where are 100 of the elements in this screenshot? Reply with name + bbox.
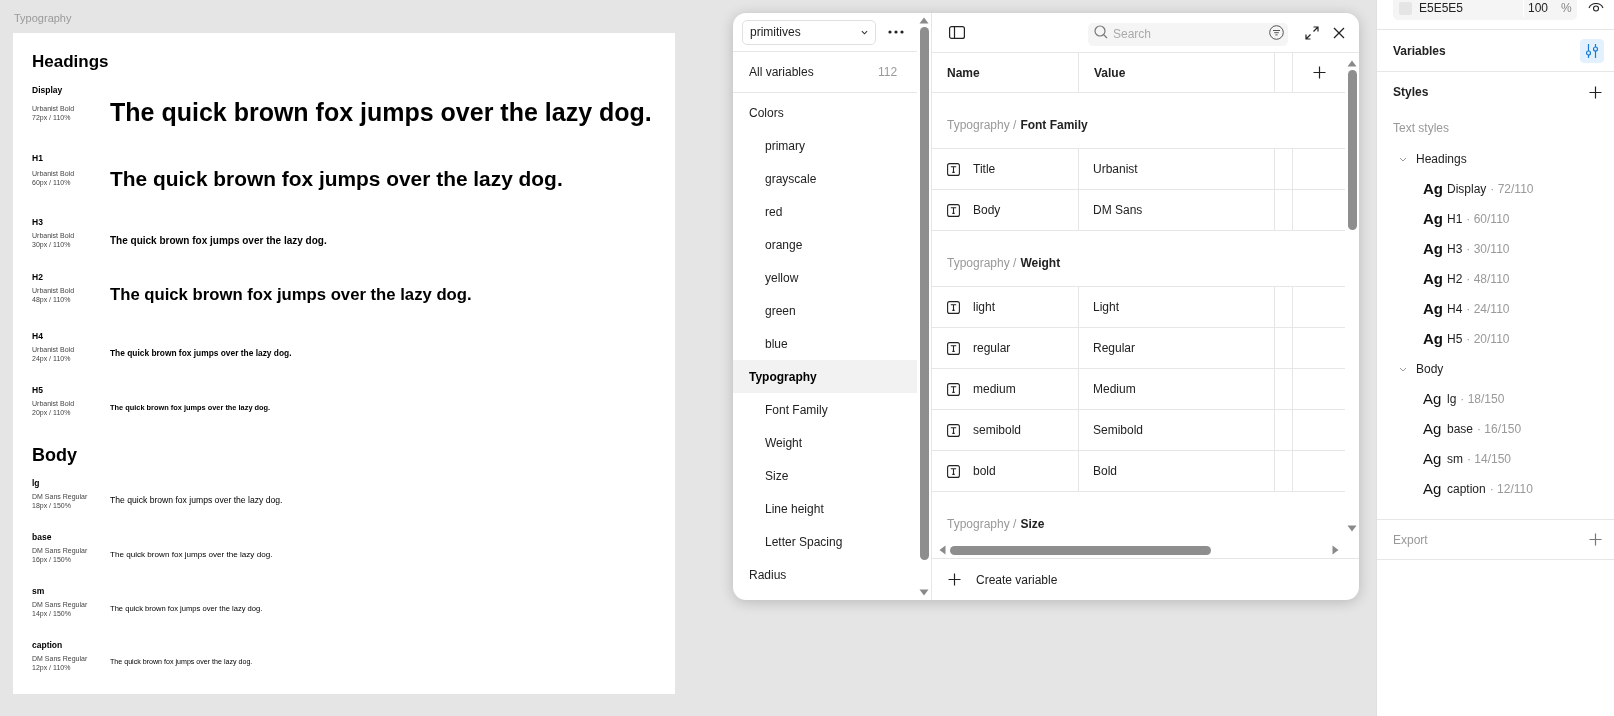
variable-value[interactable]: DM Sans xyxy=(1079,190,1275,230)
search-icon xyxy=(1094,25,1108,39)
style-name: H4 xyxy=(32,330,44,342)
more-options-icon[interactable] xyxy=(888,30,904,34)
variable-name[interactable]: regular xyxy=(973,339,1011,357)
style-spec: · 30/110 xyxy=(1466,241,1510,258)
sidebar-group[interactable]: Radius xyxy=(733,558,918,591)
variable-name[interactable]: semibold xyxy=(973,421,1022,439)
variable-name[interactable]: medium xyxy=(973,380,1016,398)
style-name: H3 xyxy=(32,216,44,228)
style-name: H1 xyxy=(32,152,44,164)
text-style-item[interactable]: Ag H1 · 60/110 xyxy=(1377,204,1614,234)
variables-settings-icon[interactable] xyxy=(1580,38,1604,63)
variable-value[interactable]: Urbanist xyxy=(1079,149,1275,189)
sidebar-toggle-icon[interactable] xyxy=(949,26,965,39)
style-spec: · 14/150 xyxy=(1467,451,1512,468)
style-preview: Ag xyxy=(1423,388,1443,409)
text-type-icon xyxy=(947,162,960,176)
text-style-item[interactable]: Ag base · 16/150 xyxy=(1377,414,1614,444)
sidebar-item[interactable]: Size xyxy=(733,459,918,492)
style-preview: Ag xyxy=(1423,298,1444,319)
text-style-item[interactable]: Ag H3 · 30/110 xyxy=(1377,234,1614,264)
expand-icon[interactable] xyxy=(1305,25,1319,40)
style-name: H4 xyxy=(1447,301,1463,318)
add-column-icon[interactable] xyxy=(1312,66,1326,79)
variable-name[interactable]: bold xyxy=(973,462,996,480)
sidebar-item[interactable]: Line height xyxy=(733,492,918,525)
group-path: Typography / xyxy=(947,255,1017,272)
create-variable-button[interactable]: Create variable xyxy=(932,558,1359,600)
style-name: lg xyxy=(32,477,41,489)
add-style-icon[interactable] xyxy=(1589,85,1602,99)
text-style-item[interactable]: Ag H5 · 20/110 xyxy=(1377,324,1614,354)
style-preview: Ag xyxy=(1423,478,1443,499)
filter-icon[interactable] xyxy=(1269,25,1284,40)
text-style-item[interactable]: Ag H4 · 24/110 xyxy=(1377,294,1614,324)
sidebar-item[interactable]: red xyxy=(733,195,918,228)
scroll-down-arrow-icon[interactable] xyxy=(919,589,930,596)
text-style-item[interactable]: Ag caption · 12/110 xyxy=(1377,474,1614,504)
scroll-down-arrow-icon[interactable] xyxy=(1347,525,1357,532)
style-preview: Ag xyxy=(1423,238,1444,259)
variable-value[interactable]: Regular xyxy=(1079,328,1275,368)
sidebar-item[interactable]: grayscale xyxy=(733,162,918,195)
text-style-item[interactable]: Ag lg · 18/150 xyxy=(1377,384,1614,414)
chevron-down-icon[interactable] xyxy=(1399,156,1407,162)
sidebar-item[interactable]: green xyxy=(733,294,918,327)
style-name: H1 xyxy=(1447,211,1463,228)
variable-value[interactable]: Medium xyxy=(1079,369,1275,409)
variable-value[interactable]: Light xyxy=(1079,287,1275,327)
scroll-left-arrow-icon[interactable] xyxy=(939,545,946,555)
style-preview: Ag xyxy=(1423,448,1443,469)
collection-dropdown[interactable]: primitives xyxy=(742,19,876,45)
variable-name[interactable]: light xyxy=(973,298,995,316)
eye-icon[interactable] xyxy=(1588,3,1604,13)
style-preview: Ag xyxy=(1423,178,1444,199)
sidebar-item[interactable]: Weight xyxy=(733,426,918,459)
add-export-icon[interactable] xyxy=(1589,533,1602,546)
style-group-label[interactable]: Headings xyxy=(1416,150,1467,168)
column-header: Name xyxy=(932,53,1079,92)
text-type-icon xyxy=(947,423,960,437)
group-name: Size xyxy=(1020,516,1045,533)
variable-value[interactable]: Semibold xyxy=(1079,410,1275,450)
scrollbar-thumb[interactable] xyxy=(919,27,929,560)
style-spec: · 16/150 xyxy=(1477,421,1522,438)
column-header: Value xyxy=(1079,53,1275,92)
sidebar-item[interactable]: Letter Spacing xyxy=(733,525,918,558)
style-name: base xyxy=(1447,421,1474,438)
style-name: base xyxy=(32,531,53,543)
style-name: H2 xyxy=(32,271,44,283)
scrollbar-thumb[interactable] xyxy=(1347,70,1357,230)
scroll-up-arrow-icon[interactable] xyxy=(919,17,930,24)
sidebar-item[interactable]: yellow xyxy=(733,261,918,294)
sidebar-item[interactable]: blue xyxy=(733,327,918,360)
scrollbar-thumb[interactable] xyxy=(950,545,1211,555)
variable-name[interactable]: Body xyxy=(973,201,1001,219)
style-spec: · 18/150 xyxy=(1460,391,1505,408)
scroll-up-arrow-icon[interactable] xyxy=(1347,60,1357,67)
scroll-right-arrow-icon[interactable] xyxy=(1332,545,1339,555)
chevron-down-icon[interactable] xyxy=(1399,366,1407,372)
text-style-item[interactable]: Ag sm · 14/150 xyxy=(1377,444,1614,474)
style-name: caption xyxy=(1447,481,1486,498)
style-group-label[interactable]: Body xyxy=(1416,360,1444,378)
sidebar-item[interactable]: All variables 112 xyxy=(733,52,918,93)
text-style-item[interactable]: Ag Display · 72/110 xyxy=(1377,174,1614,204)
style-name: H2 xyxy=(1447,271,1463,288)
variable-name[interactable]: Title xyxy=(973,160,996,178)
style-name: sm xyxy=(1447,451,1463,468)
sidebar-group[interactable]: Typography xyxy=(733,360,918,393)
fill-field[interactable]: E5E5E5 100 % xyxy=(1393,0,1577,20)
sidebar-item[interactable]: Font Family xyxy=(733,393,918,426)
sidebar-item[interactable]: orange xyxy=(733,228,918,261)
text-style-item[interactable]: Ag H2 · 48/110 xyxy=(1377,264,1614,294)
close-icon[interactable] xyxy=(1333,26,1345,39)
sidebar-group[interactable]: Colors xyxy=(733,96,918,129)
variable-value[interactable]: Bold xyxy=(1079,451,1275,491)
sidebar-item[interactable]: primary xyxy=(733,129,918,162)
sample-text: The quick brown fox jumps over the lazy dog. xyxy=(110,234,327,246)
style-preview: Ag xyxy=(1423,418,1443,439)
style-spec: · 24/110 xyxy=(1466,301,1510,318)
text-type-icon xyxy=(947,464,960,478)
search-field[interactable]: Search xyxy=(1088,22,1288,46)
